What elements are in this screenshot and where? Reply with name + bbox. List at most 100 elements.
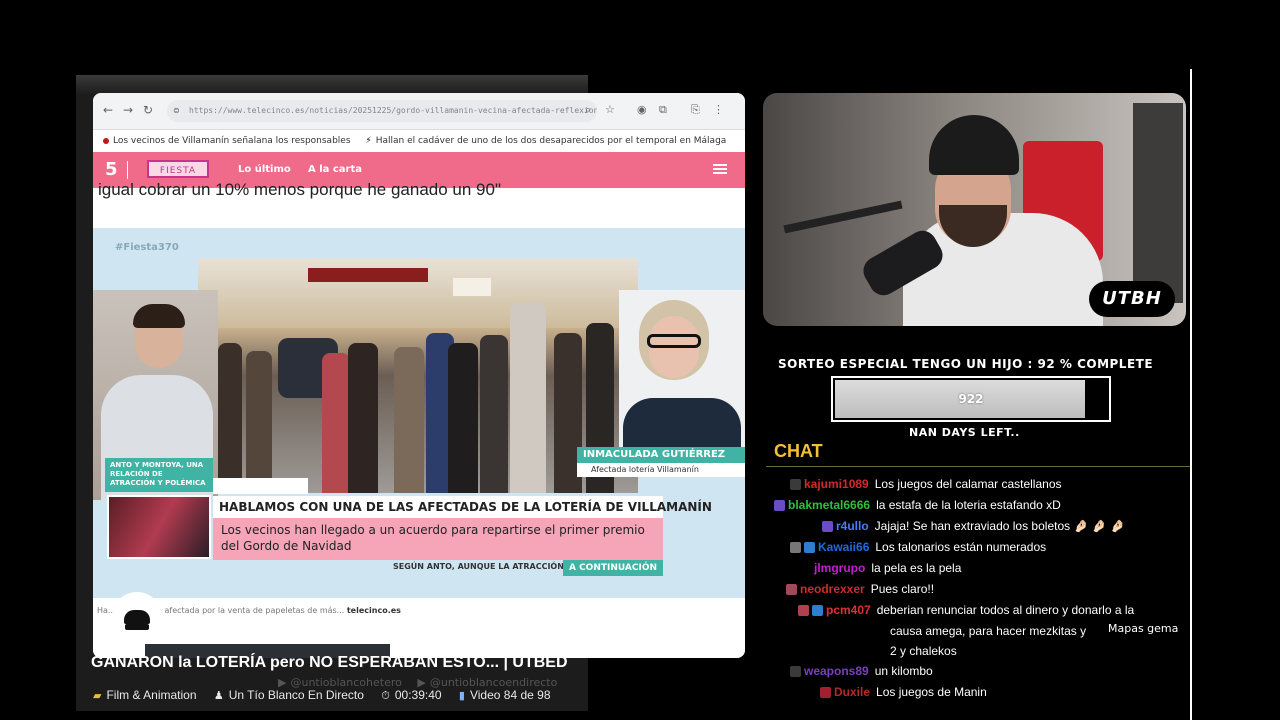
article-body: igual cobrar un 10% menos porque he gana… <box>93 180 745 658</box>
chat-badge-icon <box>804 542 815 554</box>
extension-puzzle-icon[interactable]: ⧉ <box>659 103 667 117</box>
chat-badge-icon <box>822 521 833 533</box>
address-bar[interactable]: https://www.telecinco.es/noticias/202512… <box>167 100 597 122</box>
chat-message-text: Jajaja! Se han extraviado los boletos 🤌🏻… <box>874 519 1125 533</box>
playlist-position: Video 84 de 98 <box>469 688 551 702</box>
chat-message-continuation: causa amega, para hacer mezkitas y <box>890 624 1087 638</box>
chat-header: CHAT <box>774 441 823 461</box>
telecinco-logo[interactable]: 5 <box>105 159 118 180</box>
guest-role: Afectada lotería Villamanín <box>577 463 745 477</box>
chat-overlay-text: Mapas gema <box>1108 622 1179 635</box>
chat-username[interactable]: neodrexxer <box>800 582 865 596</box>
back-icon[interactable]: ← <box>101 103 115 117</box>
user-icon: ♟ <box>213 690 224 702</box>
bookmark-item[interactable]: Los vecinos de Villamanín señalana los r… <box>113 136 351 146</box>
embedded-video[interactable]: #Fiesta370 INMACULADA GUTIÉRREZ Afectada… <box>93 228 745 598</box>
zoom-icon[interactable]: ⌕ <box>585 103 591 117</box>
chat-badge-icon <box>790 542 801 554</box>
chat-message: blakmetal6666 la estafa de la loteria est… <box>774 497 1061 513</box>
guest-panel <box>619 290 745 450</box>
chat-message: Kawaii66 Los talonarios están numerados <box>790 539 1046 555</box>
site-info-icon[interactable]: ⊜ <box>173 106 180 115</box>
chat-message-text: Los juegos del calamar castellanos <box>874 477 1062 491</box>
goal-title: SORTEO ESPECIAL TENGO UN HIJO : 92 % COM… <box>778 357 1153 371</box>
menu-icon[interactable]: ⋮ <box>713 103 724 117</box>
bolt-icon: ⚡ <box>365 136 372 146</box>
chat-message-text: Los juegos de Manin <box>876 685 987 699</box>
ticker-thumbnail <box>107 495 211 559</box>
chat-message: jlmgrupo la pela es la pela <box>814 560 961 576</box>
guest-name-bar: INMACULADA GUTIÉRREZ <box>577 447 745 463</box>
ticker-text: Los vecinos han llegado a un acuerdo par… <box>213 518 663 560</box>
chat-message-text: Los talonarios están numerados <box>875 540 1047 554</box>
bar-chart-icon: ▮ <box>458 690 465 702</box>
chat-message: weapons89 un kilombo <box>790 663 933 679</box>
chat-message: pcm407 deberian renunciar todos al dinero… <box>798 602 1134 618</box>
forward-icon[interactable]: → <box>121 103 135 117</box>
chat-username[interactable]: Duxile <box>834 685 870 699</box>
chat-message: kajumi1089 Los juegos del calamar castell… <box>790 476 1062 492</box>
hashtag-watermark: #Fiesta370 <box>115 242 179 253</box>
promo-tag: ANTO Y MONTOYA, UNA RELACIÓN DE ATRACCIÓ… <box>105 458 213 492</box>
extension-icon[interactable]: ◉ <box>637 103 647 117</box>
chat-username[interactable]: weapons89 <box>804 664 869 678</box>
video-duration: 00:39:40 <box>394 688 442 702</box>
chat-message: r4ullo Jajaja! Se han extraviado los bole… <box>822 518 1125 534</box>
stopwatch-icon: ⏱ <box>381 690 390 702</box>
chat-badge-icon <box>798 605 809 617</box>
chat-username[interactable]: pcm407 <box>826 603 871 617</box>
ticker-title: HABLAMOS CON UNA DE LAS AFECTADAS DE LA … <box>213 496 712 518</box>
video-title: GANARON la LOTERÍA pero NO ESPERABAN EST… <box>91 654 568 671</box>
up-next-label: A CONTINUACIÓN <box>563 560 663 576</box>
goal-days-left: NAN DAYS LEFT.. <box>909 426 1020 439</box>
chat-username[interactable]: blakmetal6666 <box>788 498 870 512</box>
bookmark-item[interactable]: Hallan el cadáver de uno de los dos desa… <box>376 136 727 146</box>
logo-divider <box>127 161 128 179</box>
goal-value: 922 <box>958 392 984 406</box>
chat-badge-icon <box>786 584 797 596</box>
chat-username[interactable]: jlmgrupo <box>814 561 865 575</box>
reload-icon[interactable]: ↻ <box>141 103 155 117</box>
chat-badge-icon <box>790 666 801 678</box>
fiesta-logo[interactable]: FIESTA <box>147 160 209 178</box>
chat-message: Duxile Los juegos de Manin <box>820 684 987 700</box>
chat-message-text: la estafa de la loteria estafando xD <box>876 498 1061 512</box>
browser-toolbar: ← → ↻ https://www.telecinco.es/noticias/… <box>93 93 745 130</box>
bookmarks-bar: Los vecinos de Villamanín señalana los r… <box>93 130 745 152</box>
goal-percent: 92 % COMPLETE <box>1037 357 1154 371</box>
channel-avatar[interactable] <box>112 592 162 642</box>
avatar-hat-icon <box>124 610 150 624</box>
folder-icon: ▰ <box>93 690 102 702</box>
chat-message-continuation: 2 y chalekos <box>890 644 957 658</box>
chat-message-text: la pela es la pela <box>871 561 962 575</box>
article-headline: igual cobrar un 10% menos porque he gana… <box>98 180 501 199</box>
bookmark-star-icon[interactable]: ☆ <box>605 103 615 117</box>
chat-username[interactable]: r4ullo <box>836 519 869 533</box>
screen-capture-top-edge <box>76 75 588 95</box>
column-divider <box>1190 69 1192 720</box>
chat-message-text: Pues claro!! <box>870 582 935 596</box>
goal-name: SORTEO ESPECIAL TENGO UN HIJO : <box>778 357 1033 371</box>
avatar-glasses-icon <box>125 624 149 630</box>
streamer-webcam: UTBH <box>763 93 1186 326</box>
chat-badge-icon <box>790 479 801 491</box>
chat-username[interactable]: kajumi1089 <box>804 477 869 491</box>
promo-blank <box>213 478 308 494</box>
news-dot-icon <box>103 137 109 144</box>
chat-message-text: un kilombo <box>874 664 933 678</box>
chat-badge-icon <box>820 687 831 699</box>
video-meta: ▰ Film & Animation ♟ Un Tío Blanco En Dire… <box>93 688 565 703</box>
chat-badge-icon <box>812 605 823 617</box>
browser-window: ← → ↻ https://www.telecinco.es/noticias/… <box>93 93 745 658</box>
street-scene <box>198 258 638 493</box>
chat-message-text: deberian renunciar todos al dinero y don… <box>876 603 1135 617</box>
chat-badge-icon <box>774 500 785 512</box>
chat-list[interactable]: kajumi1089 Los juegos del calamar castell… <box>760 476 1190 720</box>
video-category: Film & Animation <box>106 688 197 702</box>
chat-message: neodrexxer Pues claro!! <box>786 581 934 597</box>
cast-icon[interactable]: ⎘ <box>691 103 700 117</box>
caption-source[interactable]: telecinco.es <box>347 606 401 615</box>
chat-username[interactable]: Kawaii66 <box>818 540 869 554</box>
video-channel: Un Tío Blanco En Directo <box>228 688 364 702</box>
hamburger-menu-icon[interactable] <box>713 164 727 174</box>
